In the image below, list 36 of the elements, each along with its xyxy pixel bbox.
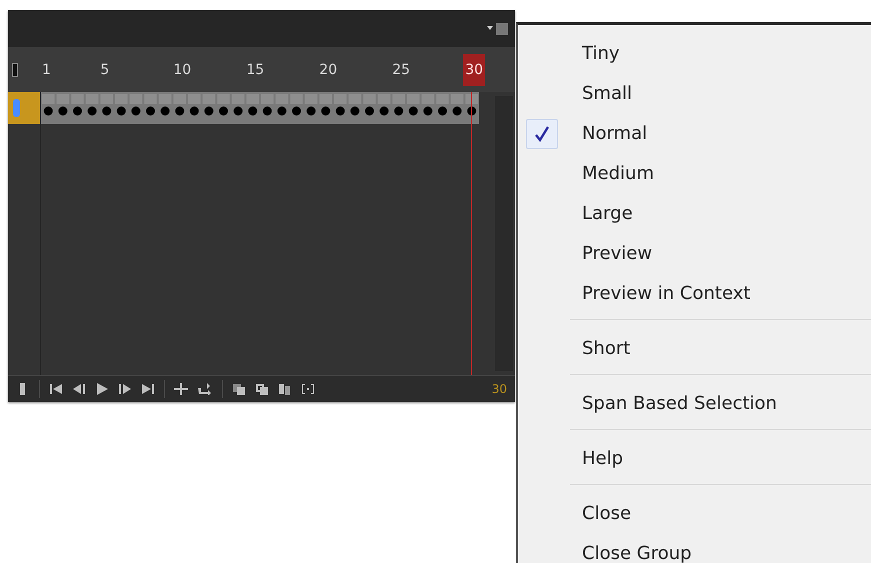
frame-number[interactable]: 1 (40, 54, 70, 86)
menu-item[interactable]: Close (518, 493, 871, 533)
frame-number[interactable]: 30 (463, 54, 486, 86)
frame-number[interactable]: 15 (244, 54, 274, 86)
menu-item[interactable]: Preview (518, 233, 871, 273)
first-frame-icon[interactable] (49, 383, 63, 395)
last-frame-icon[interactable] (141, 383, 155, 395)
menu-item[interactable]: Span Based Selection (518, 383, 871, 423)
frame-number[interactable]: 10 (171, 54, 201, 86)
step-back-icon[interactable] (72, 383, 86, 395)
menu-item[interactable]: Tiny (518, 33, 871, 73)
frames-drawing[interactable] (41, 92, 479, 124)
marker-range-icon[interactable] (301, 383, 315, 395)
play-icon[interactable] (95, 383, 109, 395)
panel-menu-icon[interactable] (487, 22, 509, 34)
menu-item[interactable]: Medium (518, 153, 871, 193)
menu-item[interactable]: Small (518, 73, 871, 113)
menu-item[interactable]: Help (518, 438, 871, 478)
bracket-icon (12, 62, 18, 76)
frame-number[interactable]: 5 (98, 54, 128, 86)
menu-item[interactable]: Large (518, 193, 871, 233)
onion-outline-icon[interactable] (255, 383, 269, 395)
frame-number[interactable]: 20 (317, 54, 346, 86)
current-frame: 30 (492, 382, 507, 396)
menu-item[interactable]: Close Group (518, 533, 871, 563)
center-frame-icon[interactable] (174, 383, 188, 395)
onion-skin-icon[interactable] (232, 383, 246, 395)
layer-cell[interactable] (8, 92, 40, 124)
menu-item[interactable]: Normal (518, 113, 871, 153)
menu-item[interactable]: Short (518, 328, 871, 368)
edit-frames-icon[interactable] (278, 383, 292, 395)
frame-number[interactable]: 25 (390, 54, 420, 86)
loop-icon[interactable] (197, 383, 213, 395)
menu-item[interactable]: Preview in Context (518, 273, 871, 313)
step-forward-icon[interactable] (118, 383, 132, 395)
layer-marker-icon (13, 99, 20, 117)
